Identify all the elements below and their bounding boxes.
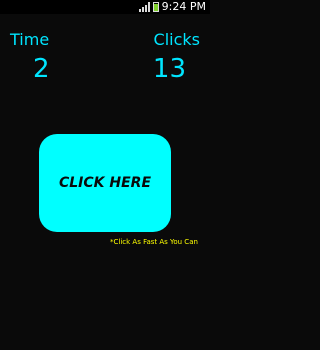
clicks-value: 13: [152, 54, 186, 84]
status-clock: 9:24 PM: [161, 0, 206, 13]
time-value: 2: [33, 54, 50, 84]
time-label: Time: [10, 30, 50, 49]
clicks-label: Clicks: [153, 30, 200, 49]
battery-icon: [152, 2, 159, 12]
signal-icon: [138, 2, 150, 12]
status-icons: 9:24 PM: [138, 0, 206, 13]
status-bar: 9:24 PM: [0, 0, 210, 14]
hint-text: *Click As Fast As You Can: [110, 238, 198, 246]
click-here-button[interactable]: CLICK HERE: [39, 134, 171, 232]
